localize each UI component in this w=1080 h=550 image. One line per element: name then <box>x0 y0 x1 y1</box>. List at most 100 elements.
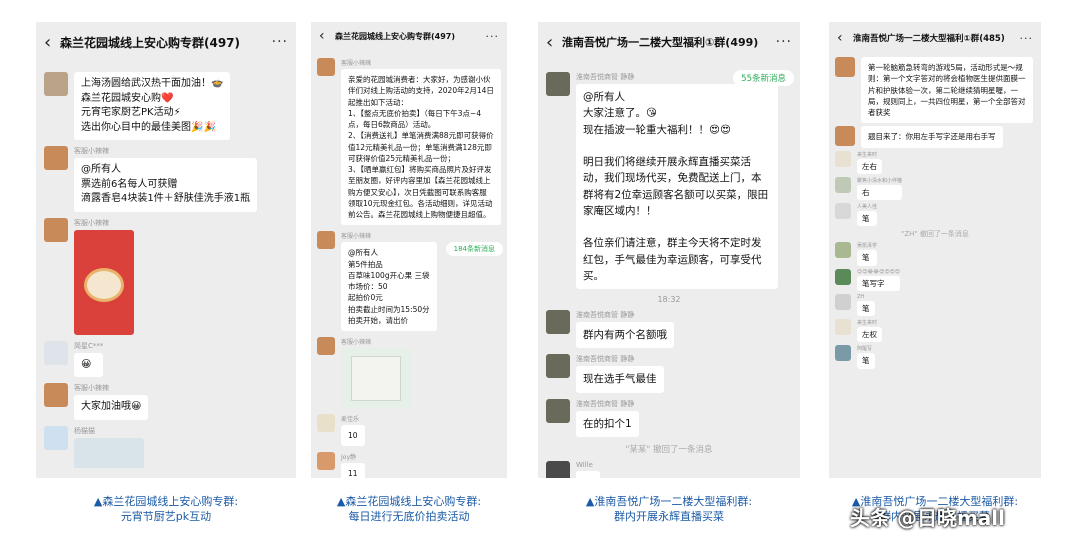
message-bubble[interactable]: 上海汤圆给武汉热干面加油！🍲 森兰花园城安心购❤️ 元宵宅家厨艺PK活动⚡ 选出… <box>74 72 231 140</box>
chat-panel-4: ‹ 淮南吾悦广场一二楼大型福利①群(485) ··· 第一轮脑筋急转弯的游戏5局… <box>829 22 1041 478</box>
sender-name: 简星C*** <box>74 341 104 350</box>
sender-name: 客服小辣辣 <box>74 384 109 392</box>
message-bubble[interactable]: 10 <box>341 425 365 447</box>
message-bubble[interactable]: 笔写字 <box>857 275 900 291</box>
message-bubble[interactable]: 11 <box>341 463 365 478</box>
message-bubble[interactable]: 大家加油哦😀 <box>74 395 149 420</box>
message-bubble[interactable]: @所有人 大家注意了。😘 现在插波一轮重大福利！！😍😍 明日我们将继续开展永辉直… <box>576 84 778 290</box>
avatar[interactable] <box>44 146 68 170</box>
more-icon[interactable]: ··· <box>776 34 792 50</box>
message: ZH 笔 <box>835 293 1035 316</box>
avatar[interactable] <box>835 242 851 259</box>
message-list: 上海汤圆给武汉热干面加油！🍲 森兰花园城安心购❤️ 元宵宅家厨艺PK活动⚡ 选出… <box>36 62 296 478</box>
message-bubble[interactable]: 笔 <box>857 353 875 369</box>
message-bubble[interactable]: 右 <box>857 184 903 200</box>
message: 第一轮脑筋急转弯的游戏5局，活动形式是～规则：第一个文字答对的将会植物医生提供面… <box>835 57 1035 124</box>
message: Joy静 11 <box>317 452 501 478</box>
avatar[interactable] <box>317 414 335 432</box>
message: 吴凯泽学 笔 <box>835 242 1035 266</box>
message-bubble[interactable]: 题目来了：你用左手写字还是用右手写 <box>861 126 1003 148</box>
avatar[interactable] <box>317 337 335 355</box>
avatar[interactable] <box>546 354 570 379</box>
message-bubble[interactable]: '1 <box>576 470 600 478</box>
new-messages-badge[interactable]: 184条新消息 <box>445 242 503 256</box>
back-icon[interactable]: ‹ <box>837 30 853 46</box>
avatar[interactable] <box>546 310 570 335</box>
caption-1: ▲森兰花园城线上安心购专群: 元宵节厨艺pk互动 <box>36 494 296 525</box>
avatar[interactable] <box>835 203 851 219</box>
avatar[interactable] <box>546 460 570 478</box>
avatar[interactable] <box>835 126 855 147</box>
sender-name: 客服小辣辣 <box>341 339 372 346</box>
sender-name: 客服小辣辣 <box>74 147 109 155</box>
sender-name: 来生来时 <box>857 320 878 326</box>
message-bubble[interactable]: 笔 <box>857 250 878 266</box>
more-icon[interactable]: ··· <box>486 30 500 43</box>
avatar[interactable] <box>317 231 335 250</box>
avatar[interactable] <box>835 57 855 77</box>
caption-subtitle: 群内开展永辉直播买菜 <box>614 510 724 524</box>
message: 客服小辣辣 <box>44 217 288 335</box>
message: 客服小辣辣 大家加油哦😀 <box>44 383 288 420</box>
sender-name: 杨猫猫 <box>74 426 95 435</box>
avatar[interactable] <box>44 217 68 242</box>
caption-2: ▲森兰花园城线上安心购专群: 每日进行无底价拍卖活动 <box>311 494 507 525</box>
message-bubble[interactable]: 左权 <box>857 327 882 343</box>
avatar[interactable] <box>44 340 68 365</box>
product-image[interactable] <box>341 348 411 408</box>
avatar[interactable] <box>44 425 68 450</box>
avatar[interactable] <box>835 176 851 193</box>
message: 淮南吾悦商管 静静 @所有人 大家注意了。😘 现在插波一轮重大福利！！😍😍 明日… <box>546 72 792 290</box>
message-bubble[interactable]: 左右 <box>857 158 882 174</box>
message-bubble[interactable]: 群内有两个名额哦 <box>576 322 674 349</box>
avatar[interactable] <box>546 398 570 423</box>
back-icon[interactable]: ‹ <box>546 32 562 53</box>
chat-title: 淮南吾悦广场一二楼大型福利①群(499) <box>562 36 759 49</box>
avatar[interactable] <box>835 319 851 335</box>
sender-name: 淮南吾悦商管 静静 <box>576 399 635 408</box>
message: Wille '1 <box>546 460 792 478</box>
photo-image[interactable] <box>74 437 144 468</box>
avatar[interactable] <box>835 150 851 167</box>
message-bubble[interactable]: 笔 <box>857 300 875 316</box>
more-icon[interactable]: ··· <box>272 34 288 50</box>
chat-header: ‹ 森兰花园城线上安心购专群(497) ··· <box>311 22 507 50</box>
avatar[interactable] <box>44 383 68 407</box>
avatar[interactable] <box>317 452 335 471</box>
message: 上海汤圆给武汉热干面加油！🍲 森兰花园城安心购❤️ 元宵宅家厨艺PK活动⚡ 选出… <box>44 72 288 140</box>
more-icon[interactable]: ··· <box>1020 32 1034 45</box>
sender-name: 麦佳乐 <box>341 416 360 423</box>
watermark: 头条 @日晓mall <box>850 506 1006 530</box>
avatar[interactable] <box>835 268 851 285</box>
message: 客服小辣辣 亲爱的花园城消费者：大家好，为感谢小伙伴们对线上购活动的支持，202… <box>317 58 501 226</box>
message: 客服小辣辣 <box>317 337 501 408</box>
avatar[interactable] <box>546 72 570 96</box>
avatar[interactable] <box>317 58 335 76</box>
sender-name: 来生来时 <box>857 151 878 158</box>
avatar[interactable] <box>44 72 68 96</box>
sender-name: 淮南吾悦商管 静静 <box>576 355 635 364</box>
message-bubble[interactable]: @所有人 第5件拍品 百草味100g开心果 三袋 市场价：50 起拍价0元 拍卖… <box>341 242 437 331</box>
chat-panel-3: ‹ 淮南吾悦广场一二楼大型福利①群(499) ··· 淮南吾悦商管 静静 @所有… <box>538 22 800 478</box>
message-bubble[interactable]: 笔 <box>857 211 878 227</box>
avatar[interactable] <box>835 345 851 362</box>
message-bubble[interactable]: 现在选手气最佳 <box>576 366 664 393</box>
message: 人美人佳 笔 <box>835 203 1035 227</box>
message-bubble[interactable]: 在的扣个1 <box>576 410 639 437</box>
message: 杨猫猫 <box>44 425 288 468</box>
message: 😊😊😂😂😍😍😍😍 笔写字 <box>835 268 1035 291</box>
message: 淮南吾悦商管 静静 现在选手气最佳 <box>546 354 792 393</box>
message: 来生来时 左权 <box>835 319 1035 343</box>
message-bubble[interactable]: @所有人 票选前6名每人可获赠 滴露香皂4块装1件＋舒肤佳洗手液1瓶 <box>74 158 258 212</box>
message-bubble[interactable]: 😀 <box>74 352 104 377</box>
new-messages-badge[interactable]: 55条新消息 <box>733 70 794 86</box>
message: 简星C*** 😀 <box>44 340 288 377</box>
promo-image[interactable] <box>74 229 134 335</box>
chat-header: ‹ 森兰花园城线上安心购专群(497) ··· <box>36 22 296 62</box>
message-bubble[interactable]: 亲爱的花园城消费者：大家好，为感谢小伙伴们对线上购活动的支持，2020年2月14… <box>341 69 501 226</box>
back-icon[interactable]: ‹ <box>44 32 60 53</box>
message-bubble[interactable]: 第一轮脑筋急转弯的游戏5局，活动形式是～规则：第一个文字答对的将会植物医生提供面… <box>861 57 1033 124</box>
back-icon[interactable]: ‹ <box>319 28 335 44</box>
caption-title: ▲森兰花园城线上安心购专群: <box>93 495 239 508</box>
avatar[interactable] <box>835 293 851 310</box>
